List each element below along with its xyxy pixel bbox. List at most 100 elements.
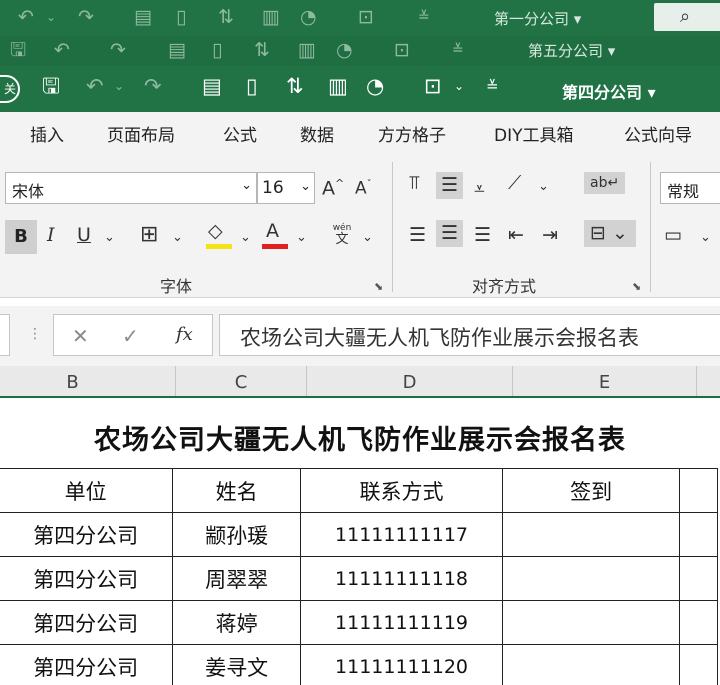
align-left-icon[interactable]: ☰: [409, 226, 426, 245]
empty-cell[interactable]: [678, 600, 719, 645]
increase-font-size-icon[interactable]: A^: [322, 178, 344, 198]
phonetic-icon[interactable]: wén 文: [331, 224, 353, 247]
unit-cell[interactable]: 第四分公司: [0, 556, 174, 601]
wrap-text-icon[interactable]: ab↵: [584, 172, 626, 194]
name-cell[interactable]: 颛孙瑗: [172, 512, 301, 557]
empty-cell[interactable]: [678, 556, 719, 601]
dialog-launcher-icon[interactable]: ⬊: [374, 280, 383, 293]
textbox-icon: ⊡: [358, 6, 374, 28]
undo-icon[interactable]: ↶: [86, 76, 104, 97]
borders-icon[interactable]: ⊞: [140, 224, 158, 246]
decrease-indent-icon[interactable]: ⇤: [508, 226, 524, 245]
number-format-select[interactable]: 常规: [660, 172, 720, 204]
cancel-icon[interactable]: ✕: [72, 324, 89, 348]
chart-icon: ▥: [262, 6, 280, 28]
chevron-down-icon[interactable]: ⌄: [114, 80, 124, 92]
chevron-down-icon[interactable]: ⌄: [240, 231, 251, 244]
customize-toolbar-icon[interactable]: ≚: [486, 79, 499, 94]
decrease-font-size-icon[interactable]: Aˇ: [355, 180, 372, 198]
number-format-value: 常规: [667, 182, 700, 201]
phone-cell[interactable]: 11111111118: [299, 556, 504, 601]
column-header-b[interactable]: B: [0, 366, 176, 396]
sign-cell[interactable]: [502, 556, 680, 601]
header-cell[interactable]: 姓名: [172, 468, 301, 513]
chevron-down-icon[interactable]: ⌄: [538, 180, 549, 193]
underline-button[interactable]: U: [77, 226, 91, 245]
chevron-down-icon[interactable]: ⌄: [104, 231, 115, 244]
phone-cell[interactable]: 11111111120: [299, 644, 504, 685]
confirm-icon[interactable]: ✓: [122, 324, 139, 348]
sheet-title-cell[interactable]: 农场公司大疆无人机飞防作业展示会报名表: [0, 418, 720, 457]
name-cell[interactable]: 姜寻文: [172, 644, 301, 685]
tab-formula-wizard[interactable]: 公式向导: [624, 121, 692, 146]
new-file-icon[interactable]: ▯: [246, 76, 258, 97]
dialog-launcher-icon[interactable]: ⬊: [632, 280, 641, 293]
background-window-bar-2[interactable]: 🖫 ↶ ↷ ▤ ▯ ⇅ ▥ ◔ ⊡ ≚ 第五分公司 ▾: [0, 36, 720, 66]
tab-fangfang[interactable]: 方方格子: [378, 121, 446, 146]
registration-table: 单位 姓名 联系方式 签到 第四分公司 颛孙瑗 11111111117 第四分公…: [0, 468, 719, 685]
merge-center-icon[interactable]: ⊟ ⌄: [584, 220, 636, 247]
header-cell[interactable]: 签到: [502, 468, 680, 513]
align-top-icon[interactable]: ⫪: [409, 174, 420, 193]
phone-cell[interactable]: 11111111119: [299, 600, 504, 645]
column-header-e[interactable]: E: [513, 366, 697, 396]
window-title[interactable]: 第四分公司 ▾: [562, 79, 656, 103]
font-color-icon[interactable]: A: [266, 222, 279, 241]
column-header-d[interactable]: D: [307, 366, 513, 396]
search-button[interactable]: ⌕: [654, 3, 720, 31]
phone-cell[interactable]: 11111111117: [299, 512, 504, 557]
font-color-swatch: [262, 244, 288, 249]
print-preview-icon[interactable]: ▤: [202, 76, 222, 97]
empty-cell[interactable]: [678, 468, 719, 513]
name-box[interactable]: [0, 314, 10, 356]
chevron-down-icon[interactable]: ⌄: [362, 231, 373, 244]
align-right-icon[interactable]: ☰: [474, 226, 491, 245]
name-cell[interactable]: 周翠翠: [172, 556, 301, 601]
font-size-select[interactable]: 16 ⌄: [257, 172, 315, 204]
save-icon[interactable]: 🖫: [42, 76, 60, 97]
unit-cell[interactable]: 第四分公司: [0, 644, 174, 685]
chevron-down-icon[interactable]: ⌄: [454, 80, 464, 92]
bold-button[interactable]: B: [5, 220, 37, 254]
align-middle-icon[interactable]: ☰: [436, 172, 464, 199]
accounting-format-icon[interactable]: ▭: [664, 226, 682, 245]
italic-button[interactable]: I: [47, 226, 55, 245]
orientation-icon[interactable]: ⟋: [508, 174, 521, 193]
chevron-down-icon[interactable]: ⌄: [172, 231, 183, 244]
tab-insert[interactable]: 插入: [30, 121, 64, 146]
textbox-icon[interactable]: ⊡: [424, 76, 442, 97]
chevron-down-icon[interactable]: ⌄: [700, 231, 711, 244]
group-divider: [392, 162, 393, 292]
chart-icon: ▥: [298, 39, 316, 61]
sort-icon[interactable]: ⇅: [286, 76, 304, 97]
close-button[interactable]: 关: [0, 75, 20, 103]
font-name-select[interactable]: 宋体 ⌄: [5, 172, 257, 204]
header-cell[interactable]: 单位: [0, 468, 174, 513]
tab-formulas[interactable]: 公式: [223, 121, 257, 146]
background-window-bar-1[interactable]: ↶ ⌄ ↷ ▤ ▯ ⇅ ▥ ◔ ⊡ ≚ 第一分公司 ▾ ⌕: [0, 0, 720, 36]
tab-data[interactable]: 数据: [300, 121, 334, 146]
header-cell[interactable]: 联系方式: [299, 468, 504, 513]
name-cell[interactable]: 蒋婷: [172, 600, 301, 645]
chart-icon[interactable]: ▥: [328, 76, 348, 97]
redo-icon[interactable]: ↷: [144, 76, 162, 97]
unit-cell[interactable]: 第四分公司: [0, 512, 174, 557]
align-bottom-icon[interactable]: ⩡: [474, 180, 485, 199]
align-center-icon[interactable]: ☰: [436, 220, 464, 247]
column-header-c[interactable]: C: [176, 366, 307, 396]
increase-indent-icon[interactable]: ⇥: [542, 226, 558, 245]
formula-input[interactable]: 农场公司大疆无人机飞防作业展示会报名表: [219, 314, 720, 356]
insert-function-icon[interactable]: fx: [176, 324, 193, 345]
sign-cell[interactable]: [502, 512, 680, 557]
sign-cell[interactable]: [502, 600, 680, 645]
sign-cell[interactable]: [502, 644, 680, 685]
unit-cell[interactable]: 第四分公司: [0, 600, 174, 645]
empty-cell[interactable]: [678, 644, 719, 685]
tab-page-layout[interactable]: 页面布局: [107, 121, 175, 146]
chevron-down-icon[interactable]: ⌄: [296, 231, 307, 244]
fill-color-icon[interactable]: ◇: [208, 222, 223, 241]
tab-diy-toolbox[interactable]: DIY工具箱: [494, 121, 574, 146]
shapes-icon[interactable]: ◔: [366, 76, 384, 97]
chevron-down-icon: ⌄: [241, 178, 252, 193]
empty-cell[interactable]: [678, 512, 719, 557]
